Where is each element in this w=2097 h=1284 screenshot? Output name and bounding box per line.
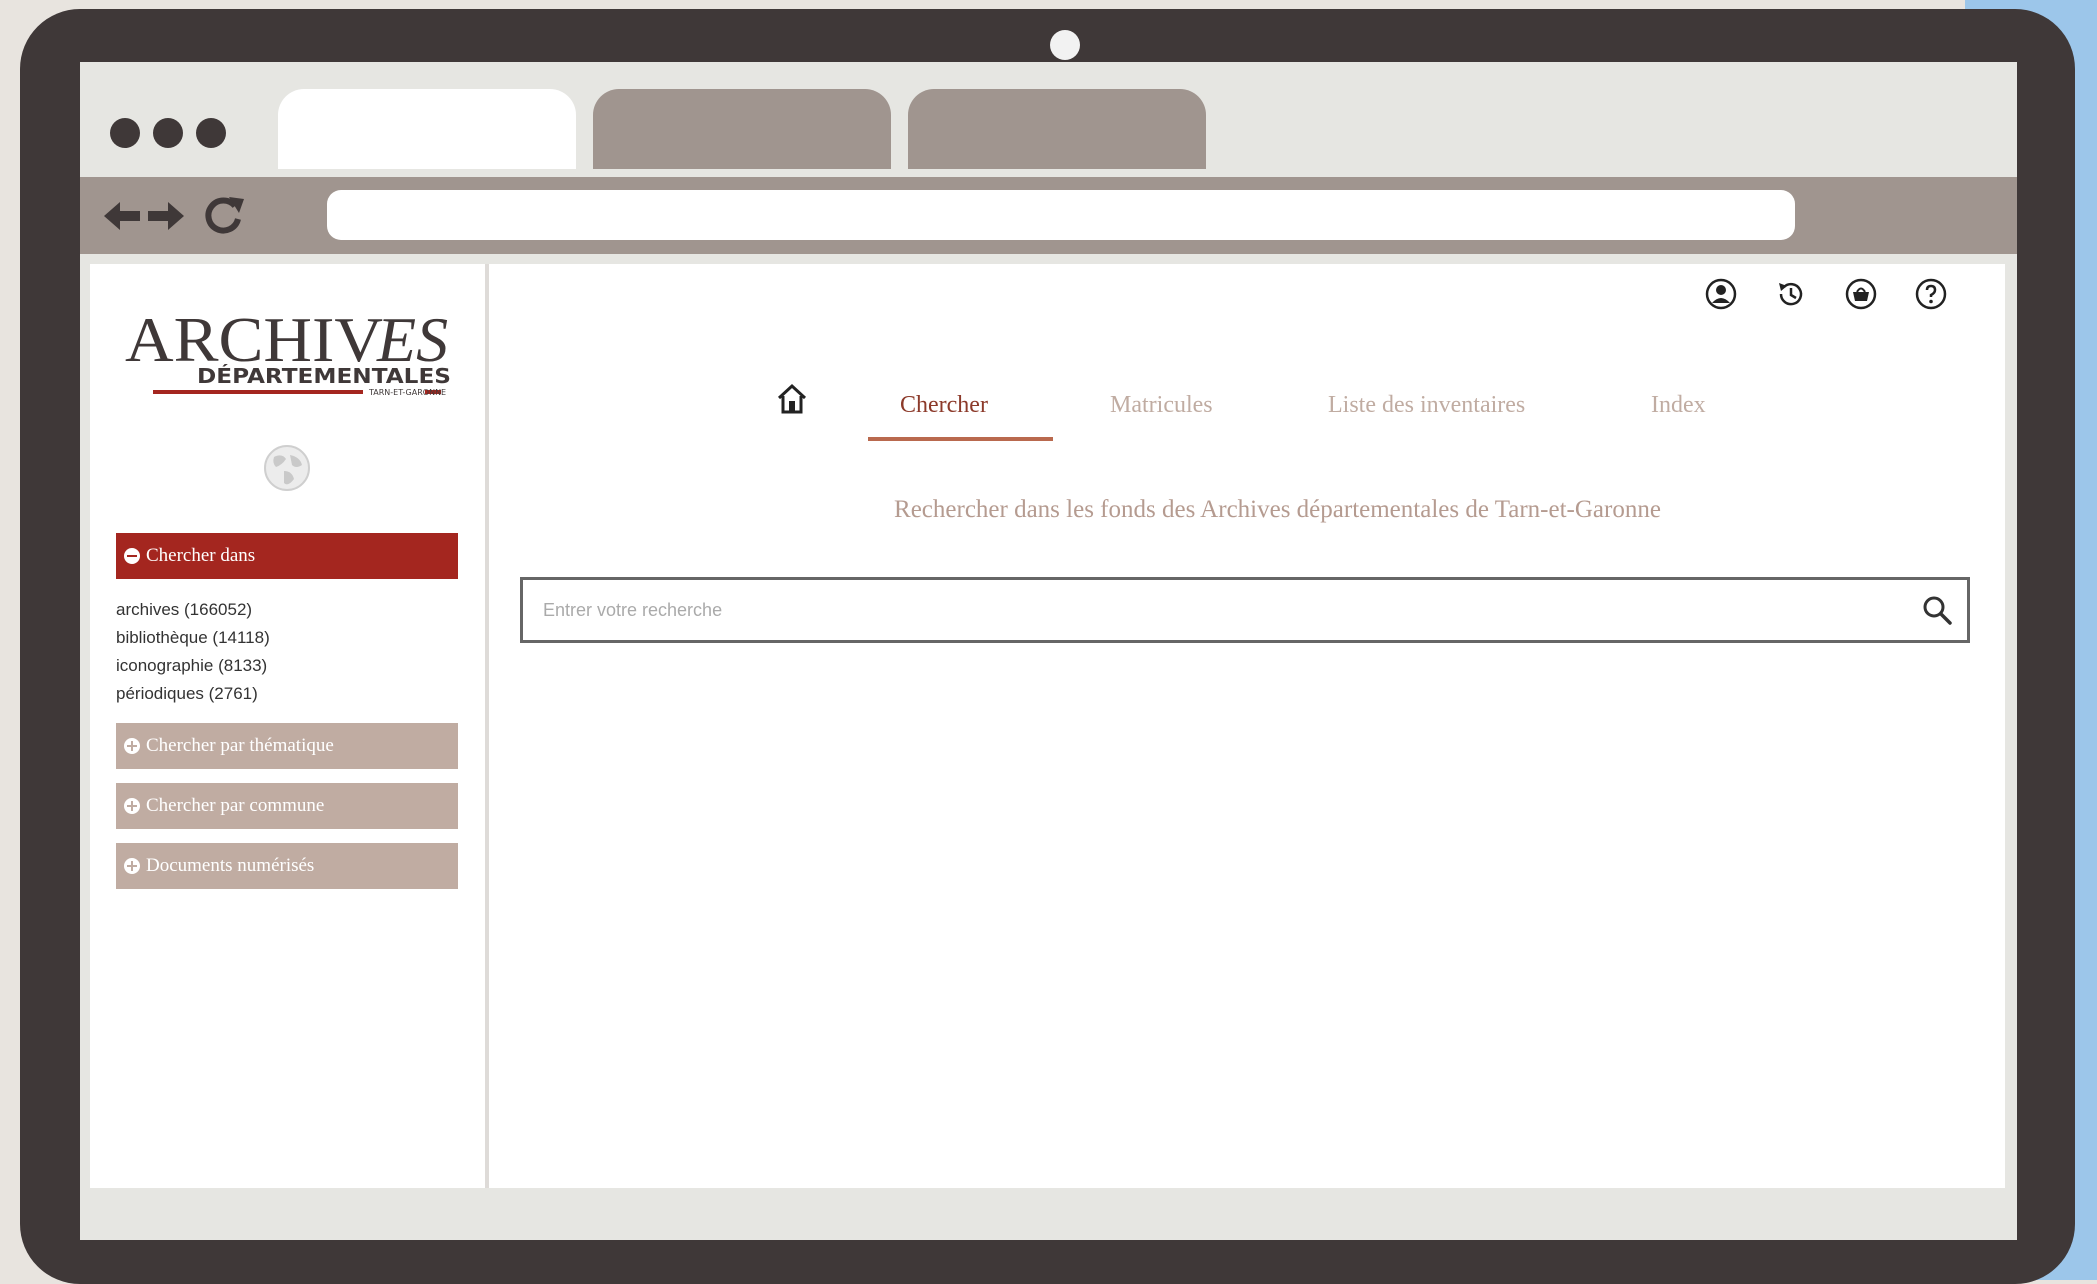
browser-tab[interactable] (593, 89, 891, 169)
button-label: Documents numérisés (146, 855, 315, 876)
browser-tab-active[interactable] (278, 89, 576, 169)
digitized-documents-button[interactable]: Documents numérisés (116, 843, 458, 889)
fonds-item-bibliotheque[interactable]: bibliothèque (14118) (116, 624, 270, 652)
search-icon[interactable] (1921, 594, 1953, 626)
reload-icon[interactable] (198, 191, 248, 241)
fonds-item-archives[interactable]: archives (166052) (116, 596, 270, 624)
button-label: Chercher par commune (146, 795, 325, 816)
svg-text:TARN-ET-GARONNE: TARN-ET-GARONNE (368, 388, 446, 397)
active-tab-indicator (868, 437, 1053, 441)
search-box (520, 577, 1970, 643)
search-by-commune-button[interactable]: Chercher par commune (116, 783, 458, 829)
search-in-header[interactable]: Chercher dans (116, 533, 458, 579)
user-icon[interactable] (1705, 278, 1737, 310)
address-bar[interactable] (327, 190, 1795, 240)
browser-toolbar (80, 177, 2017, 254)
expand-icon (124, 738, 140, 754)
search-input[interactable] (523, 580, 1903, 640)
window-dot[interactable] (196, 118, 226, 148)
forward-arrow-icon[interactable] (146, 191, 186, 241)
window-dot[interactable] (153, 118, 183, 148)
button-label: Chercher par thématique (146, 735, 334, 756)
header-icons (1705, 278, 1947, 310)
browser-tab[interactable] (908, 89, 1206, 169)
tab-liste-inventaires[interactable]: Liste des inventaires (1328, 392, 1525, 419)
history-icon[interactable] (1775, 278, 1807, 310)
camera-icon (1050, 30, 1080, 60)
tab-index[interactable]: Index (1651, 392, 1706, 419)
svg-text:DÉPARTEMENTALES: DÉPARTEMENTALES (197, 364, 451, 388)
web-page: ARCHIV ES DÉPARTEMENTALES TARN-ET-GARONN… (90, 264, 2005, 1188)
window-dot[interactable] (110, 118, 140, 148)
help-icon[interactable] (1915, 278, 1947, 310)
back-arrow-icon[interactable] (102, 191, 142, 241)
expand-icon (124, 858, 140, 874)
fonds-item-periodiques[interactable]: périodiques (2761) (116, 680, 270, 708)
search-by-theme-button[interactable]: Chercher par thématique (116, 723, 458, 769)
home-icon[interactable] (775, 382, 809, 416)
basket-icon[interactable] (1845, 278, 1877, 310)
browser-window: ARCHIV ES DÉPARTEMENTALES TARN-ET-GARONN… (80, 62, 2017, 1240)
collapse-icon (124, 548, 140, 564)
archives-logo: ARCHIV ES DÉPARTEMENTALES TARN-ET-GARONN… (125, 304, 451, 397)
sidebar: ARCHIV ES DÉPARTEMENTALES TARN-ET-GARONN… (90, 264, 489, 1188)
tablet-frame: ARCHIV ES DÉPARTEMENTALES TARN-ET-GARONN… (20, 9, 2075, 1284)
tab-matricules[interactable]: Matricules (1110, 392, 1213, 419)
fonds-item-iconographie[interactable]: iconographie (8133) (116, 652, 270, 680)
tab-chercher[interactable]: Chercher (900, 392, 988, 419)
expand-icon (124, 798, 140, 814)
globe-icon[interactable] (262, 443, 312, 493)
window-controls (110, 118, 226, 148)
search-in-label: Chercher dans (146, 545, 256, 566)
page-subtitle: Rechercher dans les fonds des Archives d… (894, 496, 1661, 523)
fonds-list: archives (166052) bibliothèque (14118) i… (116, 596, 270, 708)
